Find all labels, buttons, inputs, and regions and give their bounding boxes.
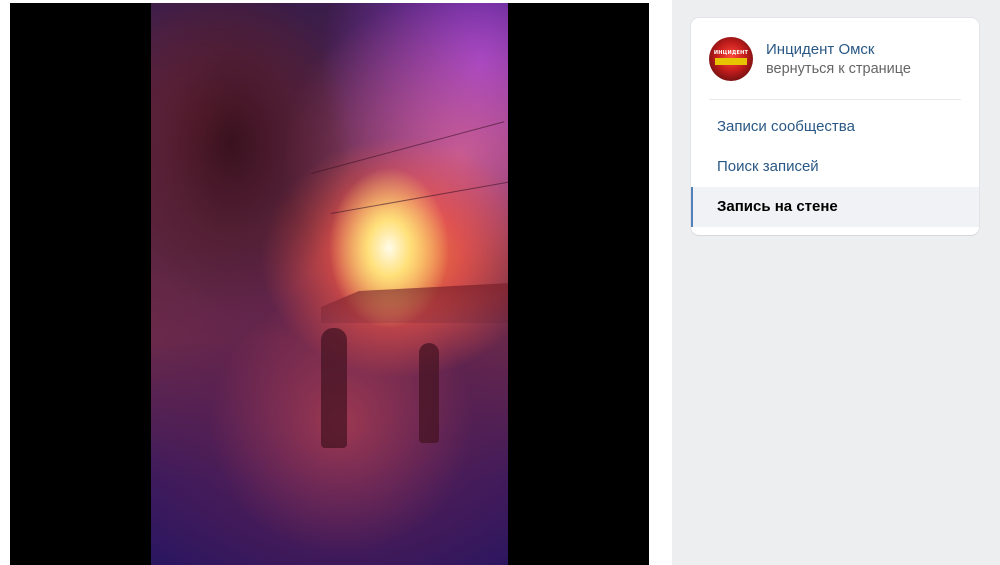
right-sidebar: ИНЦИДЕНТ Инцидент Омск вернуться к стран… bbox=[672, 0, 1000, 565]
avatar-logo-text: ИНЦИДЕНТ bbox=[713, 50, 749, 56]
person-silhouette bbox=[419, 343, 439, 443]
back-to-page-link[interactable]: вернуться к странице bbox=[766, 61, 911, 77]
power-line bbox=[330, 178, 508, 214]
nav-wall-post-active[interactable]: Запись на стене bbox=[691, 187, 979, 227]
nav-search-posts[interactable]: Поиск записей bbox=[691, 147, 979, 187]
avatar-logo-band bbox=[715, 58, 747, 65]
group-name-link[interactable]: Инцидент Омск bbox=[766, 41, 875, 58]
group-nav-card: ИНЦИДЕНТ Инцидент Омск вернуться к стран… bbox=[691, 18, 979, 235]
person-silhouette bbox=[321, 328, 347, 448]
group-avatar[interactable]: ИНЦИДЕНТ bbox=[709, 37, 753, 81]
tree-silhouette bbox=[151, 3, 351, 333]
divider bbox=[709, 99, 961, 100]
video-player[interactable] bbox=[10, 3, 649, 565]
video-frame bbox=[151, 3, 508, 565]
nav-community-posts[interactable]: Записи сообщества bbox=[691, 107, 979, 147]
